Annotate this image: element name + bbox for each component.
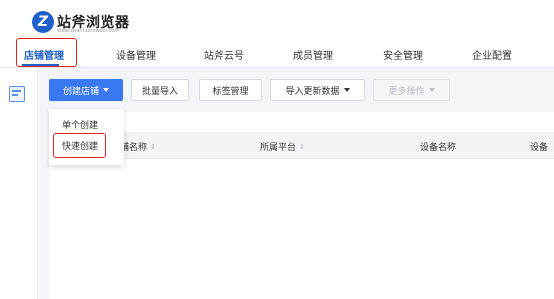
nav-item-security-management[interactable]: 安全管理: [383, 47, 423, 62]
column-label: 铺名称: [120, 143, 148, 153]
nav-item-member-management[interactable]: 成员管理: [293, 47, 333, 62]
import-update-label: 导入更新数据: [285, 86, 340, 97]
more-actions-label: 更多操作: [388, 86, 425, 97]
chevron-down-icon: [428, 88, 435, 92]
top-nav: 店铺管理 设备管理 站斧云号 成员管理 安全管理 企业配置: [0, 39, 554, 67]
store-list-icon[interactable]: [9, 86, 25, 102]
column-header-device-name[interactable]: 设备名称: [420, 140, 456, 153]
column-label: 设备: [530, 143, 549, 153]
column-header-platform[interactable]: 所属平台 ⇕: [260, 140, 305, 153]
logo-glyph: Z: [37, 14, 49, 30]
highlight-box-nav: [16, 38, 77, 67]
nav-item-enterprise-config[interactable]: 企业配置: [472, 47, 512, 62]
tag-manage-label: 标签管理: [212, 86, 249, 97]
create-store-label: 创建店铺: [62, 86, 99, 97]
sort-icon[interactable]: ⇕: [299, 143, 305, 151]
batch-import-label: 批量导入: [141, 86, 178, 97]
batch-import-button[interactable]: 批量导入: [131, 79, 189, 101]
tag-manage-button[interactable]: 标签管理: [199, 79, 262, 101]
app-subtitle: www.zhanfubrowser.com: [57, 28, 120, 34]
column-label: 所属平台: [260, 143, 297, 153]
chevron-down-icon: [343, 88, 350, 92]
left-sidebar: [0, 68, 38, 299]
menu-item-single-create[interactable]: 单个创建: [62, 118, 98, 131]
column-header-device[interactable]: 设备: [530, 140, 548, 153]
import-update-button[interactable]: 导入更新数据: [270, 79, 365, 101]
sort-icon[interactable]: ⇕: [150, 143, 156, 151]
more-actions-button[interactable]: 更多操作: [373, 79, 450, 101]
column-label: 设备名称: [420, 143, 457, 153]
create-store-button[interactable]: 创建店铺: [49, 79, 123, 101]
chevron-down-icon: [103, 88, 109, 92]
highlight-box-quick-create: [53, 133, 106, 158]
nav-item-cloud-account[interactable]: 站斧云号: [204, 47, 244, 62]
app-logo-icon: Z: [32, 11, 54, 33]
nav-item-device-management[interactable]: 设备管理: [116, 47, 156, 62]
column-header-store-name[interactable]: 铺名称 ⇕: [120, 140, 156, 153]
